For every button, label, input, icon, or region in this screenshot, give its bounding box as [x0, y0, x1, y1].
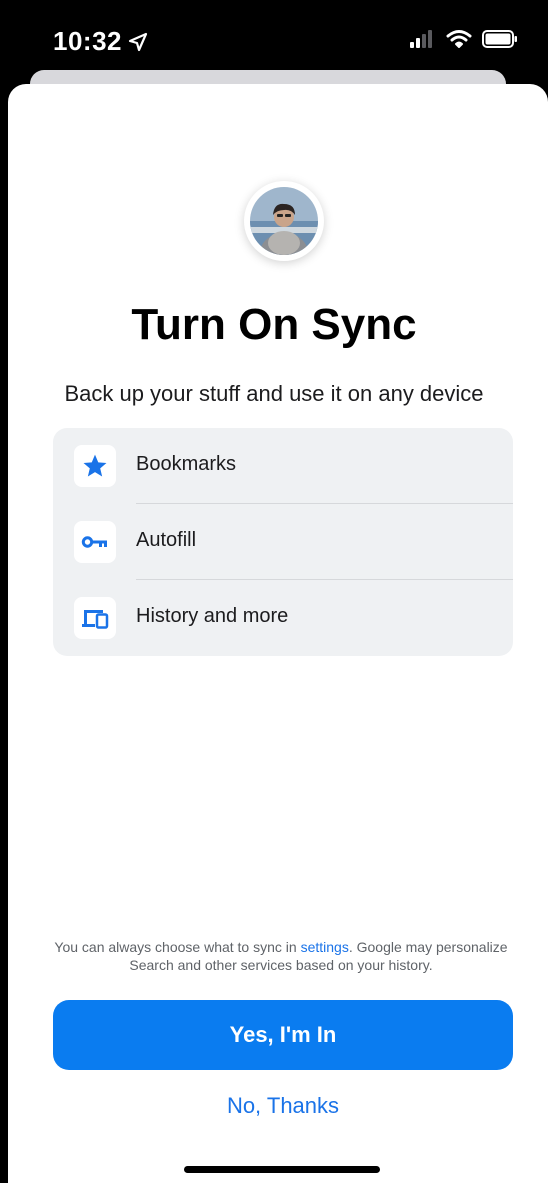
- location-arrow-icon: [128, 32, 148, 52]
- home-indicator: [184, 1166, 380, 1173]
- battery-icon: [482, 30, 518, 53]
- page-title: Turn On Sync: [131, 300, 417, 349]
- screen: 10:32 Turn On Sync Back up your stuff an…: [0, 0, 548, 1183]
- avatar-ring: [244, 181, 324, 261]
- accept-sync-button[interactable]: Yes, I'm In: [53, 1000, 513, 1070]
- sync-sheet: Turn On Sync Back up your stuff and use …: [8, 84, 548, 1183]
- key-icon: [74, 521, 116, 563]
- status-time-group: 10:32: [53, 26, 148, 57]
- status-time: 10:32: [53, 26, 122, 56]
- status-bar: 10:32: [0, 0, 548, 80]
- status-indicators: [410, 29, 518, 54]
- star-icon: [74, 445, 116, 487]
- feature-history: History and more: [53, 580, 513, 656]
- footnote-text: You can always choose what to sync in: [54, 939, 301, 955]
- sync-features-list: Bookmarks Autofill History and more: [53, 428, 513, 656]
- feature-label: Autofill: [136, 529, 197, 551]
- wifi-icon: [446, 29, 472, 54]
- sync-footnote: You can always choose what to sync in se…: [48, 938, 514, 974]
- cellular-signal-icon: [410, 30, 436, 53]
- decline-sync-button[interactable]: No, Thanks: [53, 1086, 513, 1126]
- feature-label: Bookmarks: [136, 453, 237, 475]
- avatar: [250, 187, 318, 255]
- devices-icon: [74, 597, 116, 639]
- feature-label: History and more: [136, 605, 289, 627]
- settings-link[interactable]: settings: [301, 939, 349, 955]
- feature-autofill: Autofill: [53, 504, 513, 580]
- page-subtitle: Back up your stuff and use it on any dev…: [64, 381, 484, 406]
- feature-bookmarks: Bookmarks: [53, 428, 513, 504]
